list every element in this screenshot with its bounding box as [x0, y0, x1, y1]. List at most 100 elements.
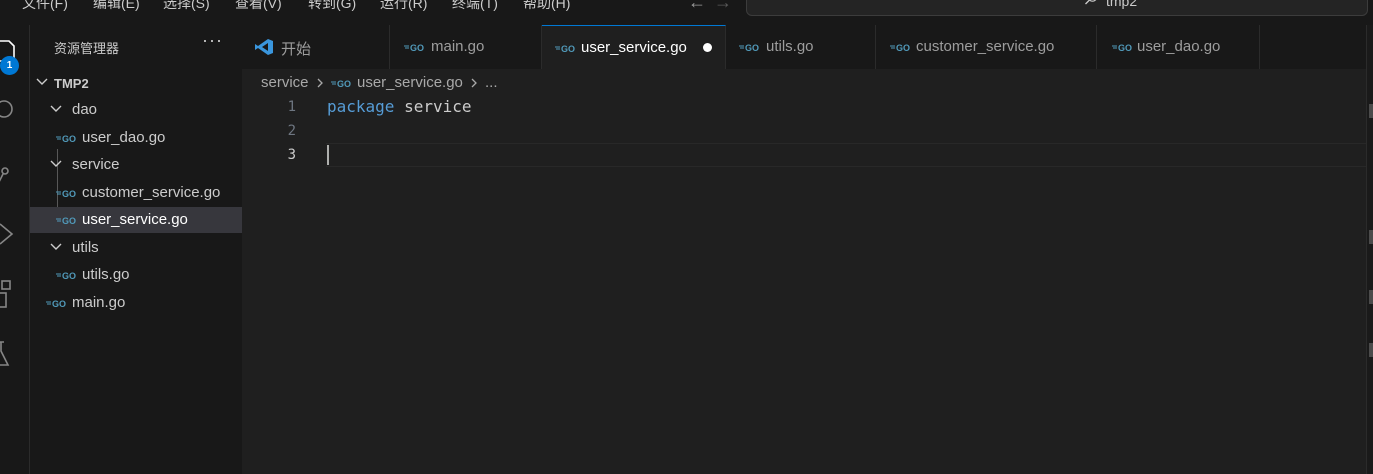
go-file-icon: GO	[56, 189, 76, 198]
code-line[interactable]: package service	[327, 97, 472, 116]
menu-terminal[interactable]: 终端(T)	[452, 0, 498, 13]
go-file-icon: GO	[890, 43, 910, 52]
svg-text:GO: GO	[62, 271, 76, 280]
tab-label: main.go	[431, 38, 485, 55]
tab-utils-go[interactable]: GO utils.go	[726, 25, 876, 69]
chevron-down-icon	[50, 243, 62, 250]
tree-item-label: utils	[72, 239, 99, 256]
go-file-icon: GO	[1112, 43, 1132, 52]
svg-text:GO: GO	[896, 43, 910, 52]
tree-item-label: user_service.go	[82, 211, 188, 228]
chevron-right-icon	[471, 78, 477, 88]
tree-item-user-dao[interactable]: GO user_dao.go	[30, 125, 242, 151]
tree-item-service[interactable]: service	[30, 152, 242, 178]
go-file-icon: GO	[46, 299, 66, 308]
scrollbar-marker	[1369, 230, 1373, 244]
tab-label: user_dao.go	[1137, 38, 1221, 55]
go-file-icon: GO	[555, 44, 575, 53]
svg-text:GO: GO	[337, 79, 351, 88]
tree-item-main-go[interactable]: GO main.go	[30, 290, 242, 316]
tab-label: 开始	[281, 41, 312, 58]
tab-label: customer_service.go	[916, 38, 1055, 55]
command-center[interactable]	[746, 0, 1368, 16]
vscode-logo-icon	[255, 39, 273, 55]
explorer-sidebar: 资源管理器 ··· TMP2 dao GO user_dao.go servic…	[30, 25, 242, 474]
line-number: 2	[287, 123, 296, 139]
menu-file[interactable]: 文件(F)	[22, 0, 68, 13]
vertical-scrollbar[interactable]	[1366, 25, 1373, 474]
run-debug-icon[interactable]	[0, 221, 30, 247]
code-keyword: package	[327, 97, 395, 116]
current-line-highlight	[326, 143, 1373, 167]
line-number: 1	[287, 99, 296, 115]
scrollbar-marker	[1369, 104, 1373, 118]
svg-text:GO: GO	[52, 299, 66, 308]
tree-item-utils[interactable]: utils	[30, 235, 242, 261]
svg-text:GO: GO	[745, 43, 759, 52]
menu-edit[interactable]: 编辑(E)	[93, 0, 140, 13]
svg-text:GO: GO	[62, 189, 76, 198]
svg-text:GO: GO	[62, 134, 76, 143]
go-file-icon: GO	[404, 43, 424, 52]
tree-root[interactable]: TMP2	[30, 70, 242, 96]
tree-item-customer-service[interactable]: GO customer_service.go	[30, 180, 242, 206]
tree-item-label: dao	[72, 101, 98, 118]
go-file-icon: GO	[56, 271, 76, 280]
tab-customer-service[interactable]: GO customer_service.go	[876, 25, 1097, 69]
more-actions-icon[interactable]: ···	[202, 30, 223, 51]
text-cursor	[327, 145, 329, 165]
code-identifier: service	[404, 97, 472, 116]
go-file-icon: GO	[56, 216, 76, 225]
breadcrumb-folder[interactable]: service	[261, 74, 309, 91]
scrollbar-marker	[1369, 290, 1373, 304]
search-icon[interactable]	[0, 97, 30, 123]
line-number: 3	[287, 147, 296, 163]
breadcrumb-more[interactable]: ...	[485, 74, 498, 91]
testing-icon[interactable]	[0, 339, 30, 369]
extensions-icon[interactable]	[0, 277, 30, 311]
tab-label: user_service.go	[581, 39, 687, 56]
code-editor[interactable]: 1 2 3 package service	[242, 97, 1373, 474]
search-icon	[1085, 0, 1097, 5]
tree-item-label: utils.go	[82, 266, 130, 283]
root-folder-label: TMP2	[54, 76, 89, 91]
go-file-icon: GO	[56, 134, 76, 143]
tab-welcome[interactable]: 开始	[242, 25, 390, 69]
back-arrow-icon[interactable]: ←	[688, 0, 706, 13]
forward-arrow-icon[interactable]: →	[714, 0, 732, 13]
editor-tab-bar: 开始 GO main.go GO user_service.go GO util…	[242, 25, 1373, 69]
tree-item-label: service	[72, 156, 120, 173]
tab-label: utils.go	[766, 38, 814, 55]
tree-item-utils-go[interactable]: GO utils.go	[30, 262, 242, 288]
breadcrumb-file[interactable]: user_service.go	[357, 74, 463, 91]
chevron-right-icon	[317, 78, 323, 88]
tab-user-service[interactable]: GO user_service.go	[542, 25, 726, 69]
svg-text:GO: GO	[410, 43, 424, 52]
tab-user-dao[interactable]: GO user_dao.go	[1097, 25, 1260, 69]
svg-text:GO: GO	[1118, 43, 1132, 52]
unsaved-dot-icon[interactable]	[703, 43, 712, 52]
breadcrumb: service GO user_service.go ...	[242, 69, 1373, 97]
menu-bar: 文件(F) 编辑(E) 选择(S) 查看(V) 转到(G) 运行(R) 终端(T…	[0, 0, 1373, 25]
menu-view[interactable]: 查看(V)	[235, 0, 282, 13]
tree-item-label: customer_service.go	[82, 184, 221, 201]
menu-help[interactable]: 帮助(H)	[523, 0, 570, 13]
menu-go[interactable]: 转到(G)	[308, 0, 356, 13]
chevron-down-icon	[36, 78, 48, 85]
menu-selection[interactable]: 选择(S)	[163, 0, 210, 13]
source-control-icon[interactable]	[0, 162, 30, 186]
explorer-title: 资源管理器	[54, 41, 120, 56]
activity-bar: 1	[0, 25, 30, 474]
go-file-icon: GO	[739, 43, 759, 52]
chevron-down-icon	[50, 105, 62, 112]
svg-text:GO: GO	[561, 44, 575, 53]
scrollbar-marker	[1369, 343, 1373, 357]
go-file-icon: GO	[331, 79, 351, 88]
tree-item-label: user_dao.go	[82, 129, 166, 146]
menu-run[interactable]: 运行(R)	[380, 0, 427, 13]
tab-main-go[interactable]: GO main.go	[390, 25, 542, 69]
explorer-badge: 1	[0, 56, 19, 75]
tree-item-dao[interactable]: dao	[30, 97, 242, 123]
tree-item-user-service[interactable]: GO user_service.go	[30, 207, 242, 233]
command-center-text: tmp2	[1106, 0, 1138, 9]
